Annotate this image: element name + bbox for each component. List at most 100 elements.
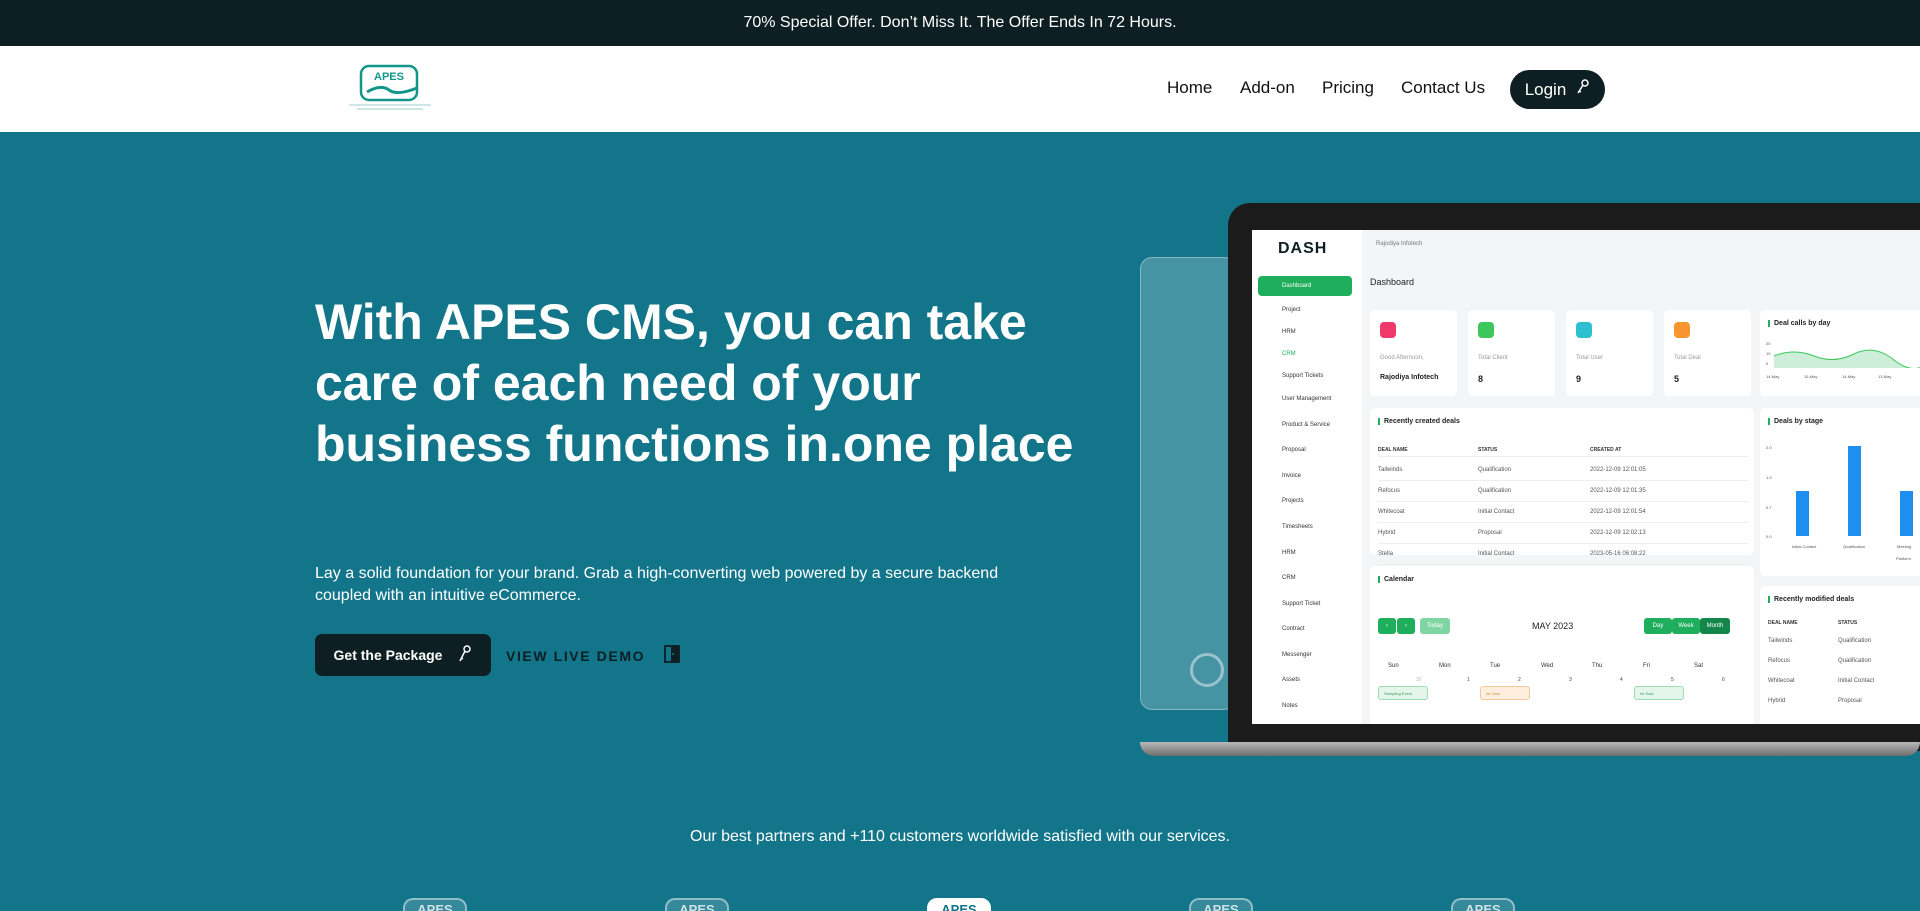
calendar-date[interactable]: 5: [1671, 677, 1674, 683]
sidebar-item-dashboard[interactable]: Dashboard: [1258, 276, 1352, 296]
stat-value: 8: [1478, 374, 1484, 384]
decorative-ring: [1190, 653, 1224, 687]
sidebar-item-timesheets[interactable]: Timesheets: [1282, 524, 1313, 530]
table-header: STATUS: [1478, 447, 1498, 453]
partners-text: Our best partners and +110 customers wor…: [690, 828, 1230, 845]
sidebar-item-notes[interactable]: Notes: [1282, 703, 1298, 709]
offer-text: 70% Special Offer. Don’t Miss It. The Of…: [743, 14, 1177, 31]
calendar-event[interactable]: Sampling Event: [1378, 686, 1428, 700]
table-cell: 2022-12-09 12:01:05: [1590, 467, 1646, 473]
table-header: STATUS: [1838, 620, 1858, 626]
get-package-button[interactable]: Get the Package: [315, 634, 491, 676]
sidebar-item-proposal[interactable]: Proposal: [1282, 447, 1306, 453]
table-cell: Whitecoat: [1378, 509, 1405, 515]
site-header: APES Home Add-on Pricing Contact Us Logi…: [0, 46, 1920, 132]
decorative-card: [1140, 257, 1236, 710]
hero-subtitle: Lay a solid foundation for your brand. G…: [315, 565, 999, 604]
bar: [1900, 491, 1913, 536]
client-icon: [1478, 322, 1494, 338]
table-cell: Refocus: [1768, 658, 1791, 664]
category-label: Meeting: [1897, 544, 1912, 549]
sidebar-item-invoice[interactable]: Invoice: [1282, 473, 1301, 479]
sidebar-item-messenger[interactable]: Messenger: [1282, 652, 1312, 658]
x-tick: 15-May: [1804, 374, 1818, 379]
nav-add-on[interactable]: Add-on: [1240, 78, 1295, 98]
calendar-panel: Calendar ‹ › Today MAY 2023 Day Week Mon…: [1370, 566, 1754, 724]
nav-contact-us[interactable]: Contact Us: [1401, 78, 1485, 98]
y-tick: 20: [1766, 341, 1771, 346]
dashboard-user[interactable]: Rajodiya Infotech: [1376, 241, 1422, 247]
calendar-event[interactable]: Ist Sold: [1634, 686, 1684, 700]
sidebar-item-user-management[interactable]: User Management: [1282, 396, 1331, 402]
sidebar-item-contract[interactable]: Contract: [1282, 626, 1305, 632]
table-header: DEAL NAME: [1768, 620, 1798, 626]
view-live-demo-link[interactable]: VIEW LIVE DEMO: [506, 645, 681, 666]
dashboard-title: Dashboard: [1370, 277, 1415, 287]
table-cell: Qualification: [1478, 488, 1512, 494]
sidebar-item-hrm[interactable]: HRM: [1282, 550, 1296, 556]
recent-deals-panel: Recently created deals DEAL NAME STATUS …: [1370, 408, 1754, 565]
stat-value: Rajodiya Infotech: [1380, 374, 1439, 381]
partner-logo[interactable]: APES: [1189, 898, 1253, 911]
view-day-button[interactable]: Day: [1644, 618, 1672, 634]
login-label: Login: [1524, 79, 1567, 99]
next-month-button[interactable]: ›: [1397, 618, 1415, 634]
weekday-label: Sun: [1388, 663, 1399, 669]
sidebar-sub-support-tickets[interactable]: Support Tickets: [1282, 373, 1323, 379]
weekday-label: Tue: [1490, 663, 1501, 669]
calendar-date[interactable]: 3: [1569, 677, 1572, 683]
today-button[interactable]: Today: [1420, 618, 1450, 634]
sidebar-item-projects[interactable]: Projects: [1282, 498, 1304, 504]
panel-title: Calendar: [1378, 576, 1414, 583]
login-button[interactable]: Login: [1510, 70, 1605, 109]
table-cell: Whitecoat: [1768, 678, 1795, 684]
sidebar-item-assets[interactable]: Assets: [1282, 677, 1300, 683]
stat-card: Good Afternoon, Rajodiya Infotech: [1370, 310, 1457, 396]
sidebar-item-support-ticket[interactable]: Support Ticket: [1282, 601, 1320, 607]
y-tick: 0: [1766, 361, 1769, 366]
calendar-date[interactable]: 4: [1620, 677, 1623, 683]
door-icon: [663, 645, 681, 666]
weekday-label: Wed: [1541, 663, 1554, 669]
panel-title: Recently modified deals: [1768, 596, 1854, 603]
weekday-label: Sat: [1694, 663, 1704, 669]
stat-label: Total Client: [1478, 355, 1508, 361]
legend-label: Platform: [1896, 556, 1911, 561]
prev-month-button[interactable]: ‹: [1378, 618, 1396, 634]
calendar-month: MAY 2023: [1532, 621, 1574, 631]
sidebar-item-product-service[interactable]: Product & Service: [1282, 422, 1330, 428]
view-week-button[interactable]: Week: [1672, 618, 1700, 634]
deal-icon: [1674, 322, 1690, 338]
x-tick: 14-May: [1842, 374, 1856, 379]
y-tick: 1.3: [1766, 475, 1772, 480]
partner-logo[interactable]: APES: [927, 898, 991, 911]
panel-title: Deals by stage: [1768, 418, 1823, 425]
calendar-date[interactable]: 1: [1467, 677, 1470, 683]
calendar-event[interactable]: Ist View: [1480, 686, 1530, 700]
sidebar-sub-crm[interactable]: CRM: [1282, 351, 1296, 357]
category-label: Initial Contact: [1792, 544, 1817, 549]
weekday-label: Fri: [1643, 663, 1650, 669]
partner-logo[interactable]: APES: [1451, 898, 1515, 911]
calendar-date[interactable]: 30: [1416, 677, 1422, 683]
sidebar-item-crm[interactable]: CRM: [1282, 575, 1296, 581]
table-cell: Refocus: [1378, 488, 1401, 494]
sidebar-sub-project[interactable]: Project: [1282, 307, 1301, 313]
stat-label: Good Afternoon,: [1380, 355, 1424, 361]
nav-pricing[interactable]: Pricing: [1322, 78, 1374, 98]
table-cell: Initial Contact: [1478, 551, 1515, 557]
stat-card: Total Client 8: [1468, 310, 1555, 396]
calendar-date[interactable]: 6: [1722, 677, 1725, 683]
view-month-button[interactable]: Month: [1700, 618, 1730, 634]
calendar-date[interactable]: 2: [1518, 677, 1521, 683]
partner-logo[interactable]: APES: [665, 898, 729, 911]
table-cell: Tailwinds: [1378, 467, 1403, 473]
nav-home[interactable]: Home: [1167, 78, 1212, 98]
partner-logo[interactable]: APES: [403, 898, 467, 911]
apes-logo[interactable]: APES: [347, 64, 433, 112]
sidebar-sub-hrm[interactable]: HRM: [1282, 329, 1296, 335]
offer-bar: 70% Special Offer. Don’t Miss It. The Of…: [0, 0, 1920, 46]
stat-label: Total Deal: [1674, 355, 1701, 361]
weekday-label: Thu: [1592, 663, 1603, 669]
stat-value: 9: [1576, 374, 1582, 384]
